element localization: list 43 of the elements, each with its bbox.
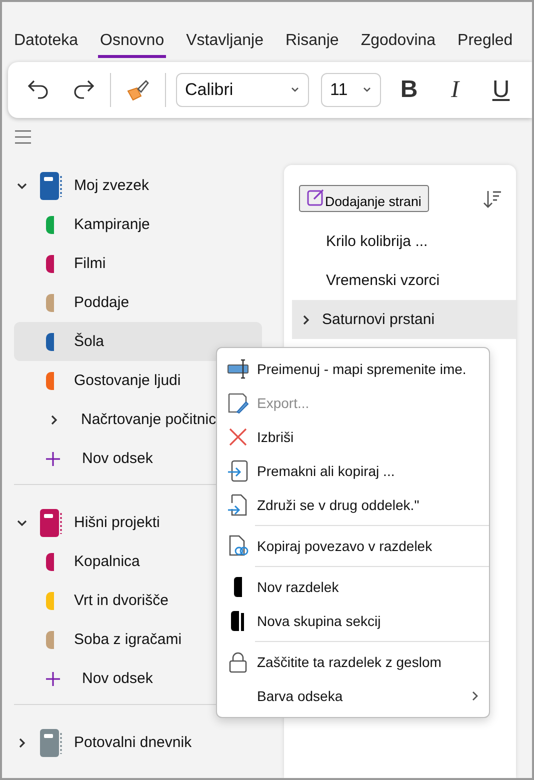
ribbon-tab[interactable]: Zgodovina — [358, 32, 438, 58]
add-page-button[interactable]: Dodajanje strani — [299, 185, 430, 212]
menu-item[interactable]: Nova skupina sekcij — [217, 604, 489, 638]
notebook-item[interactable]: Potovalni dnevnik — [14, 723, 262, 762]
edit-icon — [307, 188, 325, 206]
ribbon-tab[interactable]: Datoteka — [12, 32, 80, 58]
menu-item[interactable]: Izbriši — [217, 420, 489, 454]
underline-button[interactable]: U — [483, 72, 519, 108]
menu-icon — [14, 130, 32, 144]
menu-item[interactable]: Barva odseka — [217, 679, 489, 713]
notebook-item[interactable]: Moj zvezek — [14, 166, 262, 205]
menu-item[interactable]: Nov razdelek — [217, 570, 489, 604]
page-item[interactable]: Vremenski vzorci — [292, 261, 516, 300]
section-item[interactable]: Šola — [14, 322, 262, 361]
font-size-dropdown[interactable]: 11 — [321, 73, 381, 107]
sort-button[interactable] — [482, 188, 502, 208]
ribbon-tab[interactable]: Osnovno — [98, 32, 166, 58]
pencil-icon — [227, 392, 249, 414]
page-item[interactable]: Saturnovi prstani — [292, 300, 516, 339]
merge-icon — [227, 494, 249, 516]
sort-icon — [482, 188, 502, 208]
section-item[interactable]: Poddaje — [14, 283, 262, 322]
section-item[interactable]: Kampiranje — [14, 205, 262, 244]
plus-icon — [46, 672, 60, 686]
menu-item[interactable]: Premakni ali kopiraj ... — [217, 454, 489, 488]
page-item[interactable]: Krilo kolibrija ... — [292, 222, 516, 261]
italic-button[interactable]: I — [437, 72, 473, 108]
link-icon — [227, 535, 249, 557]
rename-icon — [227, 358, 249, 380]
menu-item[interactable]: Združi se v drug oddelek." — [217, 488, 489, 522]
ribbon-tab[interactable]: Risanje — [283, 32, 341, 58]
menu-item[interactable]: Zaščitite ta razdelek z geslom — [217, 645, 489, 679]
section-item[interactable]: Filmi — [14, 244, 262, 283]
delete-icon — [227, 426, 249, 448]
plus-icon — [46, 452, 60, 466]
ribbon-tab[interactable]: Pregled — [456, 32, 515, 58]
lock-icon — [227, 651, 249, 673]
menu-item[interactable]: Kopiraj povezavo v razdelek — [217, 529, 489, 563]
bold-button[interactable]: B — [391, 72, 427, 108]
ribbon-tab[interactable]: Vstavljanje — [184, 32, 266, 58]
move-icon — [227, 460, 249, 482]
section-tab-icon — [234, 577, 242, 597]
font-dropdown[interactable]: Calibri — [176, 73, 309, 107]
